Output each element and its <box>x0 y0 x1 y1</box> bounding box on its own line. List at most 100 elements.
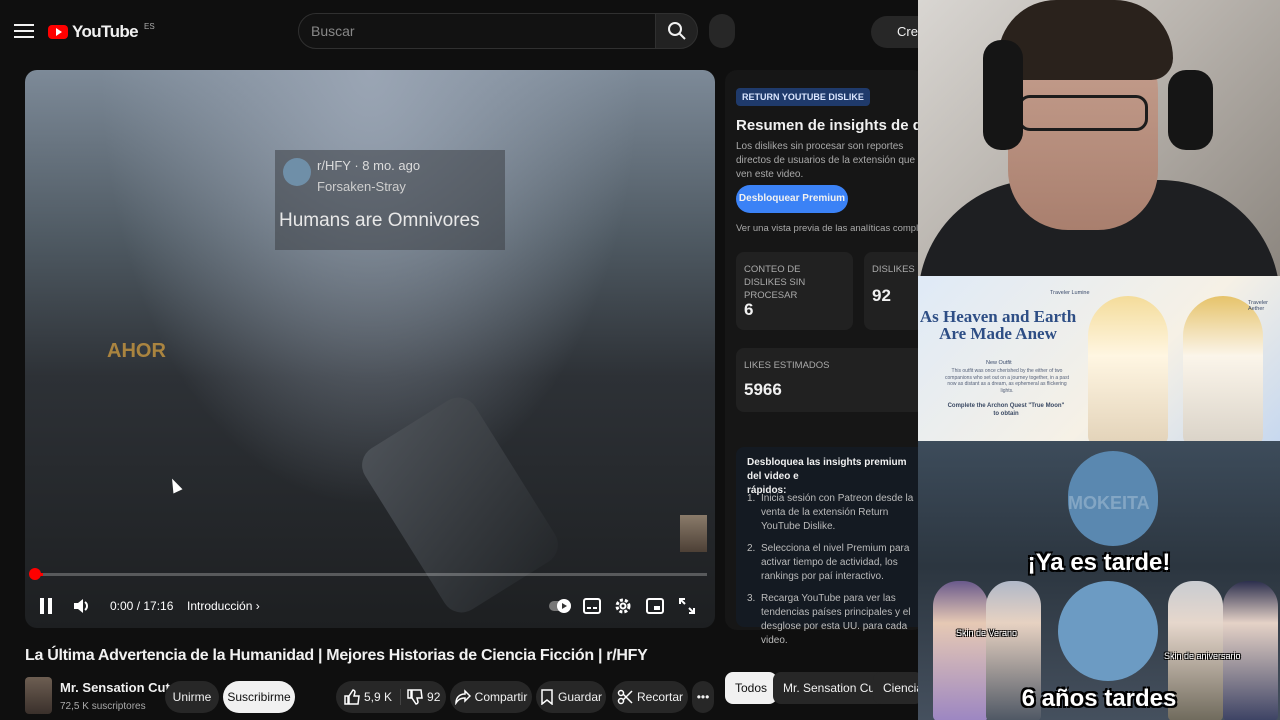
more-actions-button[interactable]: ••• <box>692 681 714 713</box>
premium-step: 1. Inicia sesión con Patreon desde la ven… <box>747 493 914 532</box>
more-icon: ••• <box>696 690 710 704</box>
channel-watermark[interactable] <box>680 515 707 552</box>
reddit-post-title: Humans are Omnivores <box>279 210 480 231</box>
estimated-dislikes-value: 92 <box>872 286 891 305</box>
autoplay-toggle[interactable] <box>549 594 571 618</box>
share-label: Compartir <box>474 690 528 704</box>
subtitles-button[interactable] <box>583 594 601 618</box>
volume-button[interactable] <box>72 594 92 618</box>
miniplayer-button[interactable] <box>646 594 664 618</box>
fullscreen-icon <box>679 598 695 614</box>
insights-description: Los dislikes sin procesar son reportes d… <box>736 141 916 180</box>
channel-avatar[interactable] <box>25 677 52 714</box>
raw-dislikes-card: CONTEO DE DISLIKES SIN PROCESAR 6 <box>736 252 853 330</box>
video-title: La Última Advertencia de la Humanidad | … <box>25 647 648 664</box>
country-code: ES <box>144 21 155 31</box>
search-button[interactable] <box>655 13 698 49</box>
estimated-dislikes-card: DISLIKES E 92 <box>864 252 924 330</box>
outfit-description: This outfit was once cherished by the ei… <box>945 368 1069 394</box>
chapter-button[interactable]: Introducción › <box>187 594 260 618</box>
subscribe-button[interactable]: Suscribirme <box>223 681 295 713</box>
tag-lumine: Traveler Lumine <box>1050 290 1090 296</box>
chapter-label: Introducción <box>187 599 253 613</box>
chevron-right-icon: › <box>255 599 260 613</box>
skin-left-label: Skin de Verano <box>956 628 1018 638</box>
channel-name[interactable]: Mr. Sensation Cuts <box>60 680 177 695</box>
clip-button[interactable]: Recortar <box>612 681 688 713</box>
bookmark-icon <box>541 689 553 705</box>
villain-face-bottom <box>1058 581 1158 681</box>
join-label: Unirme <box>172 690 212 704</box>
premium-step: 3. Recarga YouTube para ver las tendencia… <box>747 593 911 646</box>
dislike-button[interactable]: 92 <box>401 689 440 705</box>
tag-aether: Traveler Aether <box>1248 300 1268 312</box>
outfit-title: As Heaven and Earth Are Made Anew <box>919 307 1077 343</box>
ingame-text: AHOR <box>107 340 166 362</box>
aether-figure <box>1183 296 1263 441</box>
pause-button[interactable] <box>39 594 55 618</box>
unlock-premium-button[interactable]: Desbloquear Premium <box>736 185 848 213</box>
like-count: 5,9 K <box>364 690 393 704</box>
chip-all[interactable]: Todos <box>725 672 778 704</box>
youtube-logo[interactable]: YouTube ES <box>48 22 155 42</box>
outfit-label: New Outfit <box>986 360 1012 366</box>
menu-icon[interactable] <box>14 20 34 44</box>
skin-right-label: Skin de aniversario <box>1164 651 1241 661</box>
settings-button[interactable] <box>614 594 632 618</box>
streamer-hair <box>998 0 1173 80</box>
reddit-avatar <box>283 158 311 186</box>
save-button[interactable]: Guardar <box>536 681 606 713</box>
scissors-icon <box>617 689 633 705</box>
estimated-likes-label: LIKES ESTIMADOS <box>744 360 830 371</box>
raw-dislikes-label: CONTEO DE DISLIKES SIN PROCESAR <box>744 264 806 301</box>
mouse-cursor-icon <box>167 476 183 494</box>
youtube-play-icon <box>48 25 68 39</box>
miniplayer-icon <box>646 598 664 614</box>
estimated-dislikes-label: DISLIKES E <box>872 264 924 275</box>
extension-tag: RETURN YOUTUBE DISLIKE <box>736 88 870 106</box>
video-player[interactable]: r/HFY · 8 mo. ago Forsaken-Stray Humans … <box>25 70 715 628</box>
subscriber-count: 72,5 K suscriptores <box>60 701 146 712</box>
search-input[interactable]: Buscar <box>298 13 656 49</box>
time-display: 0:00 / 17:16 <box>110 599 174 613</box>
like-button[interactable]: 5,9 K <box>344 689 402 705</box>
glasses-icon <box>1018 95 1148 131</box>
logo-text: YouTube <box>72 22 139 41</box>
pause-icon <box>40 598 52 614</box>
watermark: MOKEITA <box>1068 493 1150 513</box>
fullscreen-button[interactable] <box>679 594 695 618</box>
premium-step: 2. Selecciona el nivel Premium para activ… <box>747 543 910 582</box>
save-label: Guardar <box>557 690 603 704</box>
voice-search-button[interactable] <box>709 14 735 48</box>
thumbs-up-icon <box>344 689 360 705</box>
raw-dislikes-value: 6 <box>744 300 754 319</box>
meme-top-text: ¡Ya es tarde! <box>1027 549 1171 576</box>
share-button[interactable]: Compartir <box>450 681 532 713</box>
estimated-likes-card: LIKES ESTIMADOS 5966 <box>736 348 924 412</box>
join-button[interactable]: Unirme <box>165 681 219 713</box>
progress-bar[interactable] <box>33 573 707 576</box>
subscribe-label: Suscribirme <box>227 690 291 704</box>
chip-science-fiction[interactable]: Ciencia f <box>873 672 923 704</box>
preview-analytics-link[interactable]: Ver una vista previa de las analíticas c… <box>736 223 936 234</box>
meme-bottom-text: 6 años tardes <box>1021 685 1177 712</box>
progress-knob[interactable] <box>29 568 41 580</box>
autoplay-icon <box>549 599 571 613</box>
headset-icon <box>983 40 1023 150</box>
video-frame-rifle <box>354 389 566 621</box>
clip-label: Recortar <box>636 690 683 704</box>
share-icon <box>454 689 471 705</box>
subtitles-icon <box>583 598 601 614</box>
streamer-webcam <box>918 0 1280 276</box>
estimated-likes-value: 5966 <box>744 380 782 399</box>
search-placeholder: Buscar <box>311 23 355 39</box>
volume-icon <box>74 599 88 613</box>
reddit-user: r/HFY · 8 mo. ago <box>317 158 421 173</box>
like-dislike-group: 5,9 K 92 <box>336 681 446 713</box>
thumbs-down-icon <box>407 689 423 705</box>
headset-earcup <box>1168 70 1213 150</box>
reddit-username: Forsaken-Stray <box>317 179 406 194</box>
premium-steps: 1. Inicia sesión con Patreon desde la ven… <box>747 492 922 656</box>
gear-icon <box>615 598 631 614</box>
genshin-outfit-banner: Traveler Lumine Traveler Aether As Heave… <box>918 276 1280 441</box>
